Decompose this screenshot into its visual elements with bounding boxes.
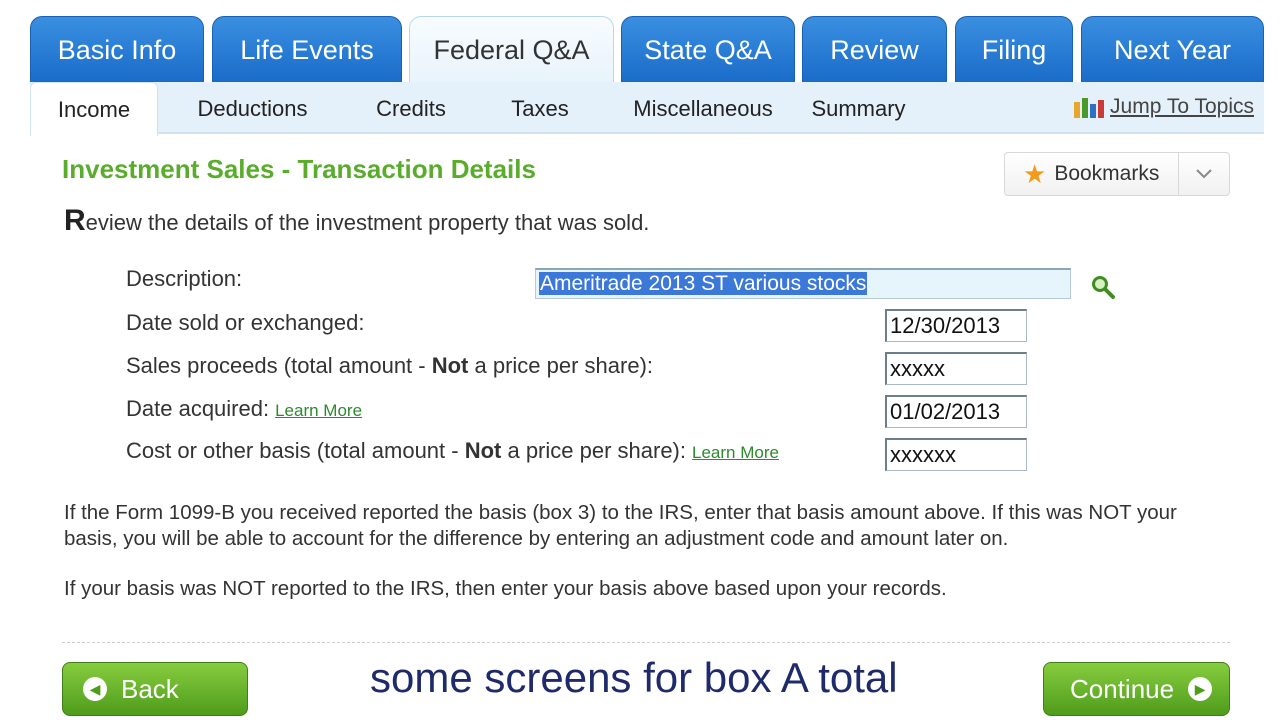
star-icon: ★ [1023,159,1047,189]
sales-proceeds-label-post: a price per share): [468,353,654,378]
sub-navigation: Income Deductions Credits Taxes Miscella… [30,82,1264,136]
cost-basis-label-pre: Cost or other basis (total amount - [126,438,465,463]
bookmarks-label: Bookmarks [1054,162,1160,185]
basis-reported-paragraph: If the Form 1099-B you received reported… [64,501,1177,550]
cost-basis-learn-more-link[interactable]: Learn More [692,443,779,462]
bookmarks-button[interactable]: ★ Bookmarks [1004,152,1230,196]
date-sold-input[interactable]: 12/30/2013 [885,309,1027,342]
intro-text: Review the details of the investment pro… [64,204,649,238]
description-value: Ameritrade 2013 ST various stocks [539,272,868,295]
date-sold-label: Date sold or exchanged: [126,310,365,335]
arrow-left-icon: ◀ [83,677,107,701]
intro-rest: eview the details of the investment prop… [85,210,650,235]
back-label: Back [121,673,179,704]
tab-filing[interactable]: Filing [955,16,1073,82]
search-icon[interactable] [1090,274,1116,300]
divider [62,642,1230,643]
sales-proceeds-label: Sales proceeds (total amount - Not a pri… [126,353,653,379]
tab-review[interactable]: Review [802,16,947,82]
cost-basis-label: Cost or other basis (total amount - Not … [126,438,779,464]
date-acquired-learn-more-link[interactable]: Learn More [275,401,362,420]
books-icon [1074,96,1105,118]
cost-basis-label-bold: Not [464,438,502,463]
date-acquired-label-text: Date acquired: [126,396,270,421]
continue-label: Continue [1070,673,1175,704]
tab-life-events[interactable]: Life Events [212,16,402,82]
continue-button[interactable]: Continue ▶ [1043,662,1230,716]
subtab-taxes[interactable]: Taxes [502,82,578,134]
sales-proceeds-input[interactable]: xxxxx [885,352,1027,385]
description-input[interactable]: Ameritrade 2013 ST various stocks [535,268,1071,299]
subtab-miscellaneous[interactable]: Miscellaneous [623,82,783,134]
cost-basis-input[interactable]: xxxxxx [885,438,1027,471]
subtab-summary[interactable]: Summary [806,82,911,134]
tab-next-year[interactable]: Next Year [1081,16,1264,82]
subtab-income[interactable]: Income [30,82,158,136]
sales-proceeds-label-pre: Sales proceeds (total amount - [126,353,432,378]
basis-not-reported-paragraph: If your basis was NOT reported to the IR… [64,577,947,600]
page-title: Investment Sales - Transaction Details [62,154,536,184]
back-button[interactable]: ◀ Back [62,662,248,716]
tab-state-qa[interactable]: State Q&A [621,16,795,82]
sales-proceeds-label-bold: Not [431,353,469,378]
chevron-down-icon[interactable] [1179,164,1229,185]
subtab-deductions[interactable]: Deductions [185,82,320,134]
date-acquired-input[interactable]: 01/02/2013 [885,395,1027,428]
description-label: Description: [126,266,243,291]
tab-basic-info[interactable]: Basic Info [30,16,204,82]
bookmarks-main[interactable]: ★ Bookmarks [1005,153,1179,195]
main-tabs: Basic Info Life Events Federal Q&A State… [30,16,1264,84]
jump-to-topics-link[interactable]: Jump To Topics [1074,95,1254,119]
subtab-credits[interactable]: Credits [365,82,457,134]
jump-to-topics-label: Jump To Topics [1110,95,1254,118]
date-acquired-label: Date acquired: Learn More [126,396,362,422]
tab-federal-qa[interactable]: Federal Q&A [409,16,614,84]
arrow-right-icon: ▶ [1188,677,1213,701]
cost-basis-label-post: a price per share): [501,438,686,463]
video-caption: some screens for box A total [370,654,898,701]
intro-first-letter: R [64,204,86,237]
